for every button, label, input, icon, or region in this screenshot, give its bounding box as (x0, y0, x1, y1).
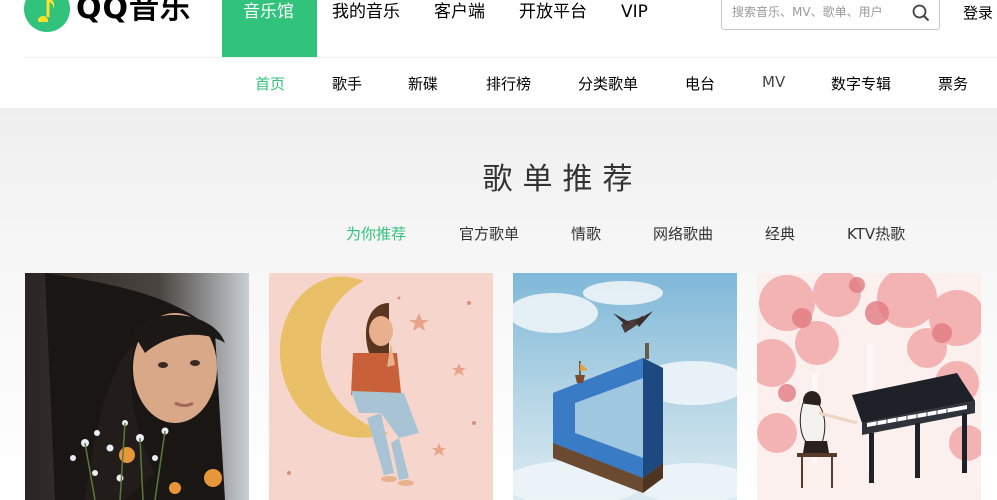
main-nav-item-my-music[interactable]: 我的音乐 (317, 0, 417, 57)
sub-nav-item-singers[interactable]: 歌手 (332, 73, 362, 94)
tab-ktv-hits[interactable]: KTV热歌 (847, 223, 905, 244)
tab-official[interactable]: 官方歌单 (459, 223, 519, 244)
sub-nav-item-charts[interactable]: 排行榜 (486, 73, 531, 94)
playlist-recommend-section: 歌单推荐 为你推荐 官方歌单 情歌 网络歌曲 经典 KTV热歌 (0, 108, 997, 500)
main-nav-label: 开放平台 (519, 2, 587, 22)
sub-nav-item-tickets[interactable]: 票务 (938, 73, 968, 94)
playlist-tabs: 为你推荐 官方歌单 情歌 网络歌曲 经典 KTV热歌 (0, 223, 997, 245)
tab-internet-songs[interactable]: 网络歌曲 (653, 223, 713, 244)
search-icon[interactable] (912, 4, 930, 22)
section-title: 歌单推荐 (482, 162, 643, 197)
logo-text: QQ音乐 (76, 0, 192, 26)
sub-nav-item-mv[interactable]: MV (762, 73, 785, 91)
search-box (721, 0, 940, 30)
main-nav-item-open-platform[interactable]: 开放平台 (502, 0, 604, 57)
main-nav-item-music-hall[interactable]: 音乐馆 (222, 0, 317, 57)
main-nav-item-client[interactable]: 客户端 (417, 0, 502, 57)
sub-nav-item-new-albums[interactable]: 新碟 (408, 73, 438, 94)
main-nav-label: 音乐馆 (243, 2, 294, 22)
tab-for-you[interactable]: 为你推荐 (346, 223, 406, 244)
playlist-cover-1[interactable] (25, 273, 249, 500)
main-nav-label: 我的音乐 (332, 2, 400, 22)
tab-love-songs[interactable]: 情歌 (571, 223, 601, 244)
search-input[interactable] (732, 1, 907, 23)
playlist-cards (0, 273, 997, 500)
main-nav-item-vip[interactable]: VIP (604, 0, 669, 57)
playlist-cover-2[interactable] (269, 273, 493, 500)
sub-nav-item-radio[interactable]: 电台 (685, 73, 715, 94)
login-link[interactable]: 登录 (963, 2, 993, 23)
sub-nav: 首页 歌手 新碟 排行榜 分类歌单 电台 MV 数字专辑 票务 (0, 58, 997, 108)
playlist-cover-4[interactable] (757, 273, 981, 500)
sub-nav-item-home[interactable]: 首页 (255, 73, 285, 94)
sub-nav-item-categories[interactable]: 分类歌单 (578, 73, 638, 94)
music-note-logo-icon (24, 0, 70, 32)
main-nav-label: VIP (621, 2, 648, 22)
playlist-cover-3[interactable] (513, 273, 737, 500)
sub-nav-item-digital-albums[interactable]: 数字专辑 (831, 73, 891, 94)
top-header: QQ音乐 音乐馆 我的音乐 客户端 开放平台 VIP 登录 (0, 0, 997, 57)
tab-classics[interactable]: 经典 (765, 223, 795, 244)
main-nav: 音乐馆 我的音乐 客户端 开放平台 VIP (222, 0, 669, 57)
main-nav-label: 客户端 (434, 2, 485, 22)
logo[interactable]: QQ音乐 (24, 0, 191, 32)
